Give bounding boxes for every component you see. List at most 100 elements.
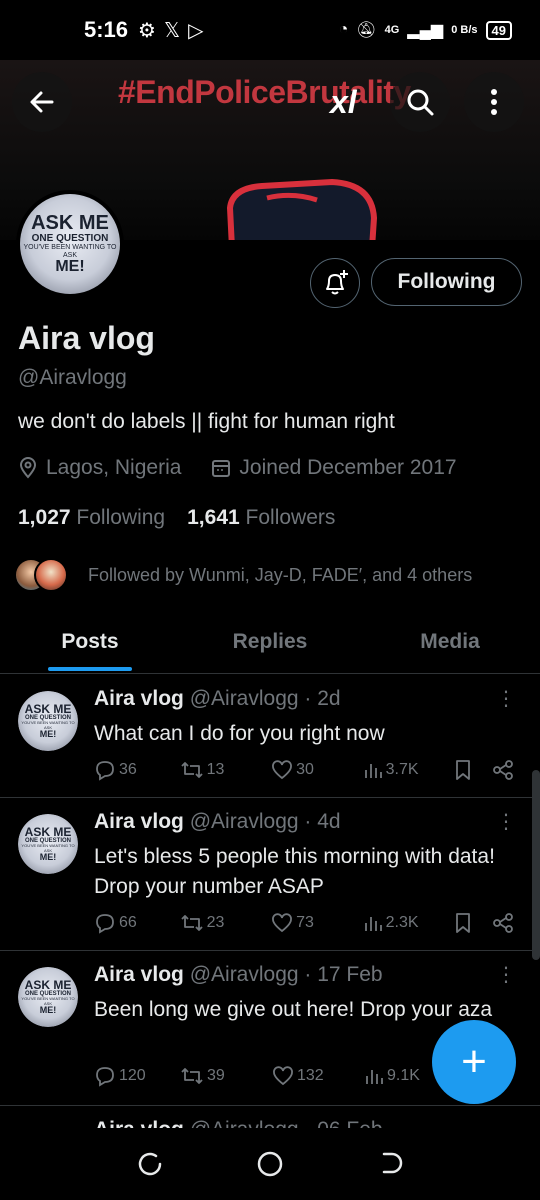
mute-icon: 🔕︎ [356,22,377,39]
view-count: 2.3K [385,914,419,931]
repost-count: 39 [207,1067,225,1084]
post-actions: 66 23 73 2.3K [94,912,514,934]
post-avatar[interactable]: ASK ME ONE QUESTION YOU'VE BEEN WANTING … [18,814,78,874]
post-item[interactable]: Aira vlog @Airavlogg · 06 Feb [0,1106,540,1128]
reply-count: 36 [119,761,137,778]
share-icon [493,913,513,933]
profile-location: Lagos, Nigeria [46,456,182,479]
views-icon [364,764,382,778]
post-meta: @Airavlogg · 17 Feb [189,963,383,986]
tab-media[interactable]: Media [360,610,540,673]
post-text: Let's bless 5 people this morning with d… [94,845,495,898]
gear-icon: ⚙ [138,19,156,42]
followers-count-link[interactable]: 1,641 Followers [187,506,335,530]
notifications-button[interactable] [310,258,360,308]
post-author-name: Aira vlog [94,1118,184,1128]
scrollbar[interactable] [532,770,540,960]
system-nav-bar [0,1128,540,1200]
tab-replies[interactable]: Replies [180,610,360,673]
post-actions: 36 13 30 3.7K [94,759,514,781]
followed-by-text: Followed by Wunmi, Jay-D, FADE′, and 4 o… [88,564,473,585]
views-icon [366,1070,383,1084]
more-options-button[interactable] [464,72,524,132]
followed-by-row[interactable]: Followed by Wunmi, Jay-D, FADE′, and 4 o… [14,558,472,592]
post-meta: @Airavlogg · 2d [189,687,341,710]
repost-button[interactable]: 23 [180,912,272,934]
share-button[interactable] [492,759,514,781]
search-icon [407,89,434,116]
view-count: 3.7K [385,761,419,778]
bookmark-icon [456,913,471,933]
repost-button[interactable]: 13 [180,759,272,781]
avatar-text-line: ME! [39,729,57,740]
status-right: ◔ 🔕︎ 4G ▂▄▆ 0 B/s 49 [339,20,512,40]
play-store-icon: ▷ [188,19,204,42]
reply-icon [96,914,114,934]
heart-icon [273,1066,293,1086]
follower-avatar [34,558,68,592]
post-header: Aira vlog @Airavlogg · 4d [94,810,341,834]
repost-icon [180,915,203,931]
avatar-image: ASK ME ONE QUESTION YOU'VE BEEN WANTING … [18,691,78,751]
post-more-icon[interactable]: ⋮ [496,689,516,709]
post-item[interactable]: ASK ME ONE QUESTION YOU'VE BEEN WANTING … [0,675,540,798]
search-button[interactable] [390,72,450,132]
brand-mark: xl [330,84,357,120]
avatar-text-line: ME! [39,852,57,863]
like-count: 132 [297,1067,324,1084]
avatar-text-line: ASK ME [24,824,72,839]
more-vertical-icon [491,89,497,115]
following-button[interactable]: Following [371,258,522,306]
reply-button[interactable]: 36 [94,759,180,781]
post-author-name: Aira vlog [94,810,184,833]
post-avatar[interactable]: ASK ME ONE QUESTION YOU'VE BEEN WANTING … [18,967,78,1027]
home-icon[interactable] [256,1150,284,1178]
profile-meta: Lagos, Nigeria Joined December 2017 [18,456,457,480]
reply-icon [96,761,114,781]
avatar-text-line: ME! [55,258,85,276]
views-icon [364,917,382,931]
profile-tabs: Posts Replies Media [0,610,540,674]
profile-bio: we don't do labels || fight for human ri… [18,410,395,433]
following-count-link[interactable]: 1,027 Following [18,506,165,530]
post-more-icon[interactable]: ⋮ [496,812,516,832]
recents-icon[interactable] [136,1150,164,1178]
views-button[interactable]: 3.7K [363,760,455,780]
like-button[interactable]: 30 [271,759,363,781]
profile-avatar[interactable]: ASK ME ONE QUESTION YOU'VE BEEN WANTING … [16,190,124,298]
like-button[interactable]: 73 [271,912,363,934]
status-time: 5:16 [84,17,129,42]
heart-icon [272,913,293,933]
reply-count: 66 [119,914,137,931]
repost-count: 13 [206,761,225,778]
like-button[interactable]: 132 [272,1065,364,1087]
following-count-label: Following [76,506,166,529]
tab-posts[interactable]: Posts [0,610,180,673]
repost-button[interactable]: 39 [180,1065,272,1087]
share-button[interactable] [492,912,514,934]
profile-name: Aira vlog [18,320,155,356]
follow-counts: 1,027 Following 1,641 Followers [18,506,335,530]
repost-count: 23 [206,914,225,931]
post-avatar[interactable]: ASK ME ONE QUESTION YOU'VE BEEN WANTING … [18,691,78,751]
bookmark-button[interactable] [454,912,492,934]
followers-count: 1,641 [187,506,240,529]
back-button[interactable] [12,72,72,132]
avatar-image: ASK ME ONE QUESTION YOU'VE BEEN WANTING … [18,967,78,1027]
reply-button[interactable]: 120 [94,1065,180,1087]
reply-button[interactable]: 66 [94,912,180,934]
compose-button[interactable]: + [432,1020,516,1104]
avatar-text-line: ME! [39,1005,57,1016]
bookmark-icon [456,760,471,780]
avatar-text-line: ASK ME [31,211,109,234]
back-nav-icon[interactable] [376,1150,404,1178]
bell-plus-icon [326,270,348,295]
post-item[interactable]: ASK ME ONE QUESTION YOU'VE BEEN WANTING … [0,798,540,951]
x-logo-icon: 𝕏 [163,19,181,42]
fist-image [226,178,378,240]
post-more-icon[interactable]: ⋮ [496,965,516,985]
bookmark-button[interactable] [454,759,492,781]
network-label: 4G [384,24,400,36]
views-button[interactable]: 2.3K [363,913,455,933]
following-count: 1,027 [18,506,71,529]
